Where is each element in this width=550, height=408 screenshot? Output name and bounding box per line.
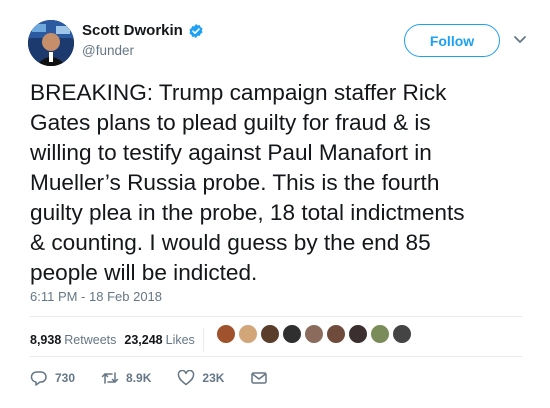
avatar[interactable] xyxy=(28,20,74,66)
envelope-icon xyxy=(251,372,268,384)
divider xyxy=(30,316,522,317)
likes-label: Likes xyxy=(165,333,195,347)
verified-badge-icon xyxy=(189,23,203,38)
tweet-card: Scott Dworkin @funder Follow BREAKING: T… xyxy=(0,0,550,408)
tweet-actions: 730 8.9K 23K xyxy=(30,370,301,386)
stats-separator xyxy=(202,328,204,352)
liker-avatar[interactable] xyxy=(216,324,236,344)
tweet-text: BREAKING: Trump campaign staffer Rick Ga… xyxy=(30,80,465,285)
liker-avatar[interactable] xyxy=(260,324,280,344)
retweets-count: 8,938 xyxy=(30,333,62,347)
retweet-count: 8.9K xyxy=(126,371,152,385)
engagement-stats: 8,938 Retweets 23,248 Likes xyxy=(30,328,210,352)
follow-button[interactable]: Follow xyxy=(404,24,500,57)
divider xyxy=(30,356,522,357)
retweets-label: Retweets xyxy=(64,333,117,347)
avatar-image xyxy=(28,20,74,66)
chevron-down-icon[interactable] xyxy=(513,34,527,46)
author-handle[interactable]: @funder xyxy=(82,43,204,58)
author-display-name[interactable]: Scott Dworkin xyxy=(82,22,183,39)
reply-button[interactable]: 730 xyxy=(30,370,75,386)
reply-count: 730 xyxy=(55,371,76,385)
liker-avatar[interactable] xyxy=(238,324,258,344)
liker-avatar[interactable] xyxy=(370,324,390,344)
retweet-icon xyxy=(101,372,119,384)
direct-message-button[interactable] xyxy=(250,370,275,386)
liker-avatar[interactable] xyxy=(282,324,302,344)
liker-avatars xyxy=(216,324,414,344)
retweet-button[interactable]: 8.9K xyxy=(101,370,151,386)
tweet-timestamp[interactable]: 6:11 PM - 18 Feb 2018 xyxy=(30,289,162,304)
liker-avatar[interactable] xyxy=(348,324,368,344)
liker-avatar[interactable] xyxy=(392,324,412,344)
liker-avatar[interactable] xyxy=(326,324,346,344)
reply-icon xyxy=(30,371,47,386)
retweets-stat[interactable]: 8,938 Retweets xyxy=(30,333,116,347)
author-info: Scott Dworkin @funder xyxy=(82,22,204,58)
like-count: 23K xyxy=(202,371,225,385)
heart-icon xyxy=(178,370,195,386)
liker-avatar[interactable] xyxy=(304,324,324,344)
likes-stat[interactable]: 23,248 Likes xyxy=(124,333,194,347)
like-button[interactable]: 23K xyxy=(177,370,224,386)
likes-count: 23,248 xyxy=(124,333,163,347)
